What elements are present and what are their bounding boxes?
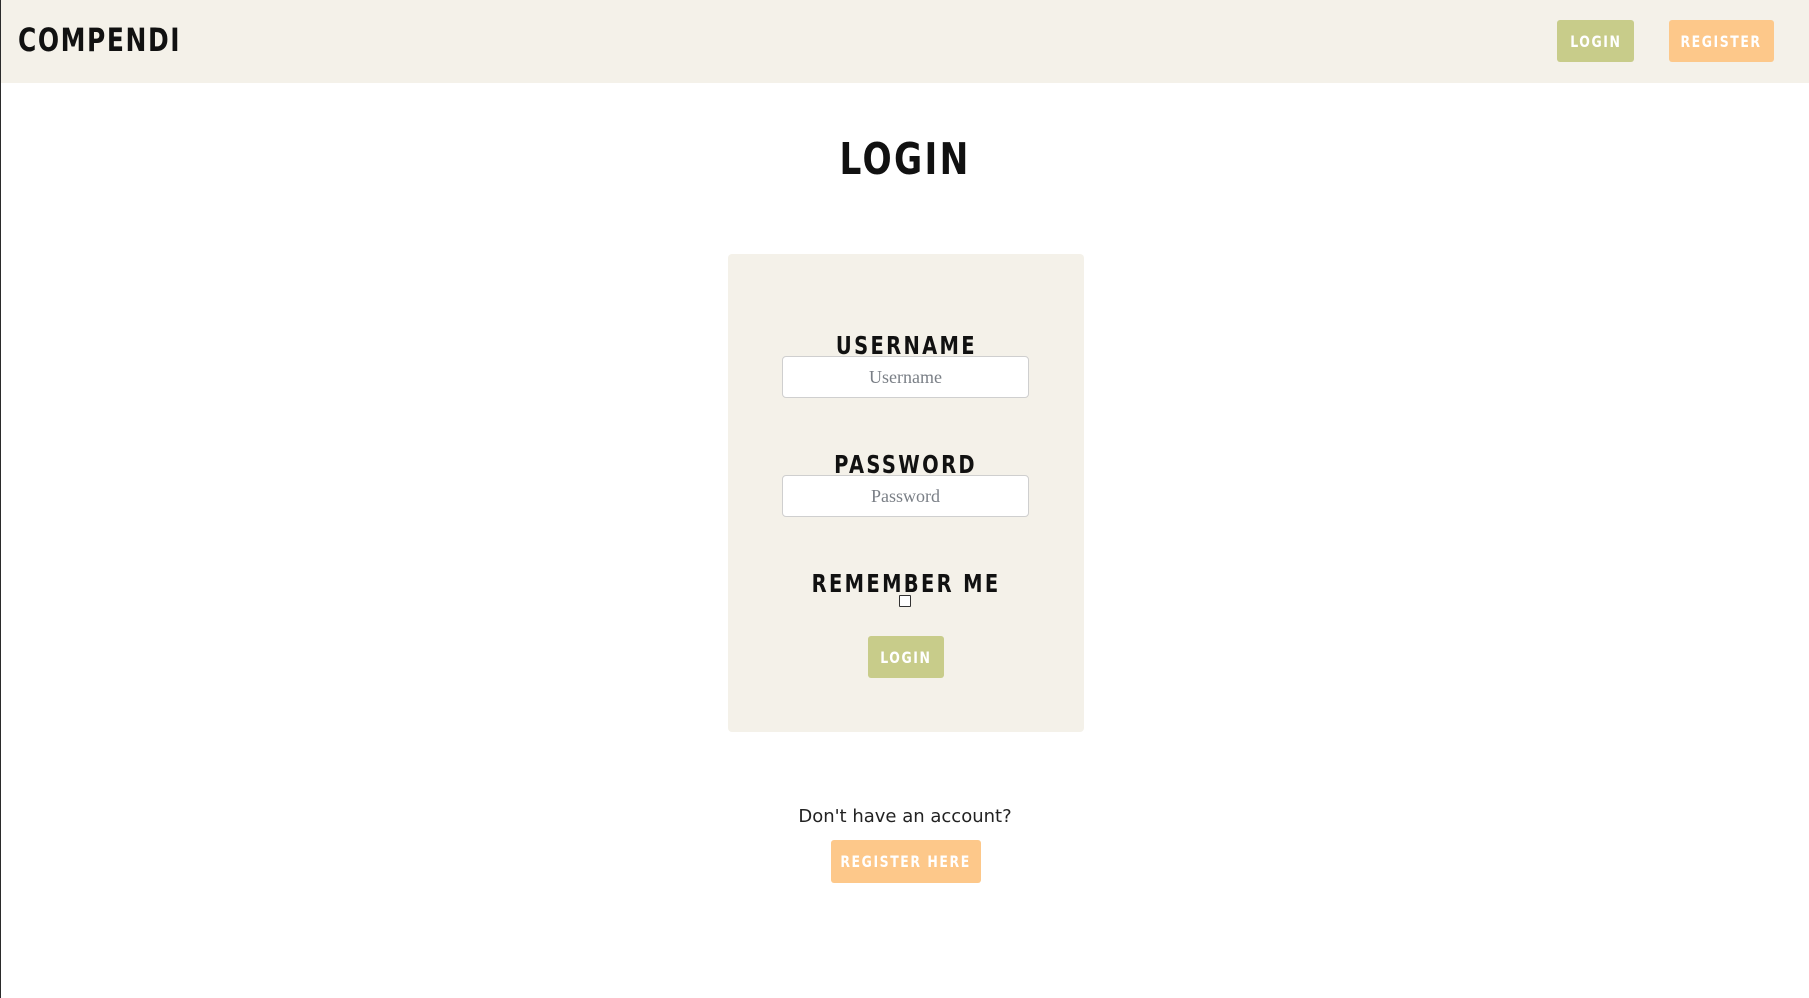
account-prompt-text: Don't have an account? xyxy=(798,806,1012,827)
remember-me-checkbox[interactable] xyxy=(899,595,911,607)
nav-login-label: LOGIN xyxy=(1569,31,1622,51)
password-input[interactable] xyxy=(782,475,1029,517)
nav-register-button[interactable]: REGISTER xyxy=(1669,20,1774,62)
register-here-button[interactable]: REGISTER HERE xyxy=(831,840,981,883)
username-input[interactable] xyxy=(782,356,1029,398)
nav-login-button[interactable]: LOGIN xyxy=(1557,20,1634,62)
page-title-container: LOGIN xyxy=(1,132,1809,198)
register-here-label: REGISTER HERE xyxy=(840,852,972,871)
login-submit-button[interactable]: LOGIN xyxy=(868,636,944,678)
brand-logo[interactable]: COMPENDI xyxy=(18,18,181,62)
navbar: COMPENDI LOGIN REGISTER xyxy=(1,0,1809,83)
login-form-card: USERNAME PASSWORD REMEMBER ME LOGIN xyxy=(728,254,1084,732)
login-submit-label: LOGIN xyxy=(880,647,932,667)
nav-register-label: REGISTER xyxy=(1680,31,1763,51)
page-title: LOGIN xyxy=(839,134,971,185)
